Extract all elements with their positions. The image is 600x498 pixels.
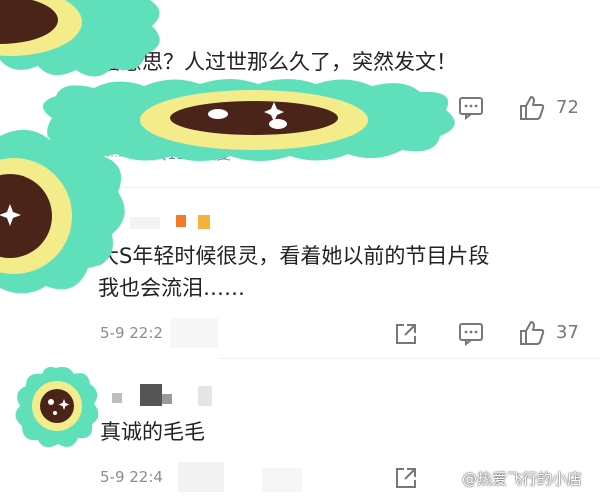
redacted-block: [262, 468, 302, 492]
comment-icon: [459, 323, 483, 346]
username-pixelated: [176, 215, 186, 227]
comment-2-time: 5-9 22:2: [100, 324, 163, 342]
username-pixelated: [140, 384, 162, 406]
comment-2-reply-button[interactable]: [458, 322, 484, 346]
thumbs-up-icon: [520, 321, 545, 345]
divider: [100, 187, 600, 188]
username-pixelated: [198, 215, 210, 229]
comment-3-text: 真诚的毛毛: [100, 420, 205, 444]
username-pixelated: [198, 386, 212, 406]
username-pixelated: [162, 394, 172, 404]
comment-2-share-button[interactable]: [394, 322, 418, 346]
redacted-block: [178, 462, 224, 492]
comment-2-like-button[interactable]: [518, 319, 546, 347]
comment-3-time: 5-9 22:4: [100, 468, 163, 486]
username-pixelated: [130, 217, 160, 229]
comment-1-like-count: 72: [556, 97, 579, 118]
share-icon: [396, 324, 416, 344]
divider: [220, 358, 600, 359]
flower-sticker-top-left: [0, 0, 160, 77]
username-pixelated: [112, 393, 122, 403]
comment-2-text-line-1: 大S年轻时候很灵，看着她以前的节目片段: [98, 244, 490, 268]
avatar[interactable]: [14, 364, 98, 450]
comment-3-share-button[interactable]: [394, 466, 418, 490]
thumbs-up-icon: [520, 96, 545, 120]
share-icon: [396, 468, 416, 488]
watermark: @热爱飞行的小店: [462, 470, 583, 488]
comment-2-like-count: 37: [556, 322, 579, 343]
flower-sticker-left: [0, 129, 125, 294]
comment-1-like-button[interactable]: [518, 94, 546, 122]
redacted-block: [170, 318, 218, 348]
